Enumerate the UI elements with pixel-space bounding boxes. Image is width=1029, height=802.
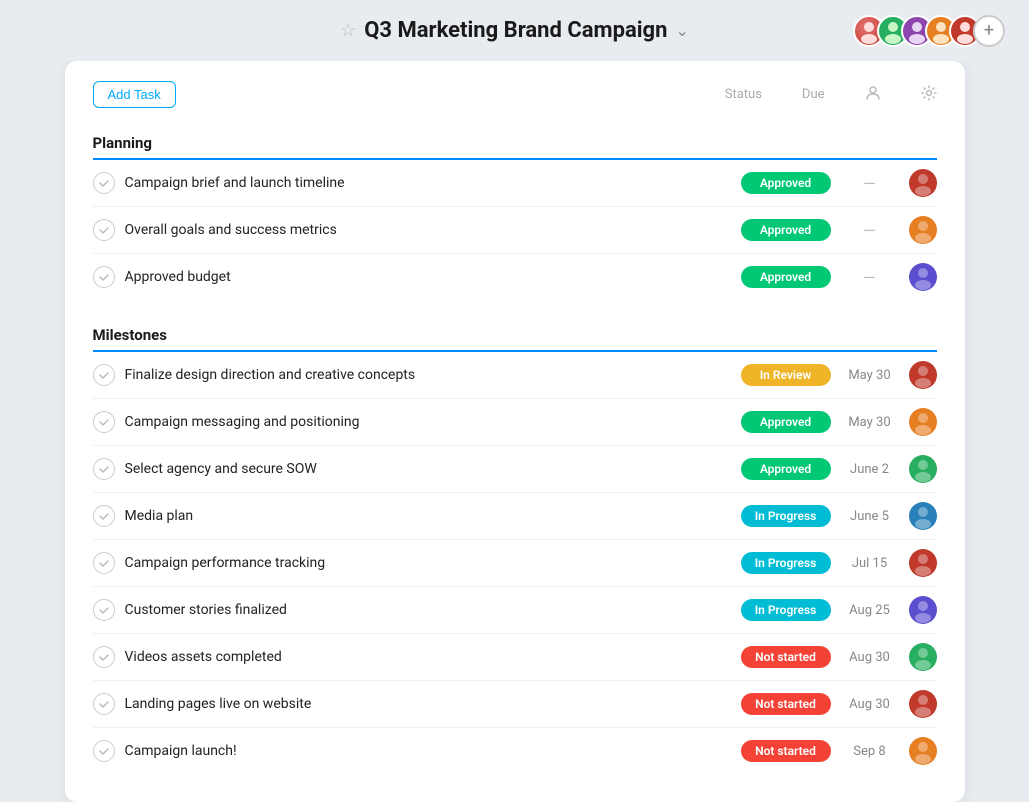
due-date: June 5 bbox=[841, 509, 899, 524]
table-row: Landing pages live on website Not started… bbox=[93, 681, 937, 728]
avatar-group: + bbox=[853, 15, 1005, 47]
due-date: June 2 bbox=[841, 462, 899, 477]
avatar bbox=[909, 502, 937, 530]
avatar bbox=[909, 596, 937, 624]
task-name: Select agency and secure SOW bbox=[125, 461, 731, 477]
due-date: Sep 8 bbox=[841, 744, 899, 759]
task-checkbox[interactable] bbox=[93, 552, 115, 574]
task-name: Approved budget bbox=[125, 269, 731, 285]
task-checkbox[interactable] bbox=[93, 740, 115, 762]
avatar bbox=[909, 361, 937, 389]
task-name: Finalize design direction and creative c… bbox=[125, 367, 731, 383]
section-title: Milestones bbox=[93, 316, 937, 352]
title-area: ☆ Q3 Marketing Brand Campaign ⌄ bbox=[340, 18, 689, 43]
avatar bbox=[909, 455, 937, 483]
status-badge[interactable]: Approved bbox=[741, 411, 831, 433]
task-checkbox[interactable] bbox=[93, 693, 115, 715]
main-card: Add Task Status Due PlanningCampaign bri… bbox=[65, 61, 965, 802]
due-date: Aug 30 bbox=[841, 697, 899, 712]
status-badge[interactable]: In Progress bbox=[741, 599, 831, 621]
due-date: Aug 30 bbox=[841, 650, 899, 665]
task-name: Videos assets completed bbox=[125, 649, 731, 665]
table-row: Approved budget Approved — bbox=[93, 254, 937, 300]
status-badge[interactable]: Approved bbox=[741, 458, 831, 480]
avatar bbox=[909, 408, 937, 436]
table-row: Campaign brief and launch timeline Approv… bbox=[93, 160, 937, 207]
task-checkbox[interactable] bbox=[93, 411, 115, 433]
table-row: Customer stories finalized In Progress Aug… bbox=[93, 587, 937, 634]
page-title: Q3 Marketing Brand Campaign bbox=[364, 18, 667, 43]
due-date: — bbox=[841, 174, 899, 193]
task-name: Customer stories finalized bbox=[125, 602, 731, 618]
status-badge[interactable]: Not started bbox=[741, 740, 831, 762]
task-checkbox[interactable] bbox=[93, 219, 115, 241]
due-date: — bbox=[841, 268, 899, 287]
header: ☆ Q3 Marketing Brand Campaign ⌄ + bbox=[0, 0, 1029, 61]
table-row: Videos assets completed Not started Aug 30 bbox=[93, 634, 937, 681]
status-badge[interactable]: Not started bbox=[741, 646, 831, 668]
task-checkbox[interactable] bbox=[93, 458, 115, 480]
sections-container: PlanningCampaign brief and launch timeli… bbox=[93, 124, 937, 774]
task-name: Landing pages live on website bbox=[125, 696, 731, 712]
table-row: Campaign messaging and positioning Approv… bbox=[93, 399, 937, 446]
due-col-label: Due bbox=[802, 87, 825, 102]
table-row: Select agency and secure SOW Approved June… bbox=[93, 446, 937, 493]
status-col-label: Status bbox=[725, 87, 762, 102]
section: Milestones Finalize design direction and … bbox=[93, 316, 937, 774]
star-icon[interactable]: ☆ bbox=[340, 20, 356, 41]
table-row: Campaign launch! Not started Sep 8 bbox=[93, 728, 937, 774]
section: PlanningCampaign brief and launch timeli… bbox=[93, 124, 937, 300]
avatar bbox=[909, 737, 937, 765]
task-name: Overall goals and success metrics bbox=[125, 222, 731, 238]
toolbar: Add Task Status Due bbox=[93, 81, 937, 108]
due-date: Jul 15 bbox=[841, 556, 899, 571]
avatar bbox=[909, 643, 937, 671]
add-task-button[interactable]: Add Task bbox=[93, 81, 176, 108]
task-name: Campaign performance tracking bbox=[125, 555, 731, 571]
task-name: Media plan bbox=[125, 508, 731, 524]
due-date: — bbox=[841, 221, 899, 240]
status-badge[interactable]: In Review bbox=[741, 364, 831, 386]
gear-icon[interactable] bbox=[921, 85, 937, 105]
table-row: Campaign performance tracking In Progress… bbox=[93, 540, 937, 587]
table-row: Finalize design direction and creative c… bbox=[93, 352, 937, 399]
add-member-button[interactable]: + bbox=[973, 15, 1005, 47]
avatar bbox=[909, 169, 937, 197]
status-badge[interactable]: Approved bbox=[741, 219, 831, 241]
chevron-down-icon[interactable]: ⌄ bbox=[675, 21, 688, 40]
avatar bbox=[909, 549, 937, 577]
table-row: Overall goals and success metrics Approve… bbox=[93, 207, 937, 254]
status-badge[interactable]: Not started bbox=[741, 693, 831, 715]
due-date: Aug 25 bbox=[841, 603, 899, 618]
task-checkbox[interactable] bbox=[93, 266, 115, 288]
task-name: Campaign messaging and positioning bbox=[125, 414, 731, 430]
avatar bbox=[909, 216, 937, 244]
task-checkbox[interactable] bbox=[93, 172, 115, 194]
status-badge[interactable]: Approved bbox=[741, 172, 831, 194]
status-badge[interactable]: Approved bbox=[741, 266, 831, 288]
table-row: Media plan In Progress June 5 bbox=[93, 493, 937, 540]
avatar bbox=[909, 263, 937, 291]
due-date: May 30 bbox=[841, 415, 899, 430]
task-checkbox[interactable] bbox=[93, 364, 115, 386]
status-badge[interactable]: In Progress bbox=[741, 552, 831, 574]
person-icon[interactable] bbox=[865, 85, 881, 105]
task-checkbox[interactable] bbox=[93, 646, 115, 668]
due-date: May 30 bbox=[841, 368, 899, 383]
task-checkbox[interactable] bbox=[93, 599, 115, 621]
avatar bbox=[909, 690, 937, 718]
status-badge[interactable]: In Progress bbox=[741, 505, 831, 527]
task-name: Campaign brief and launch timeline bbox=[125, 175, 731, 191]
toolbar-columns: Status Due bbox=[725, 85, 937, 105]
task-name: Campaign launch! bbox=[125, 743, 731, 759]
task-checkbox[interactable] bbox=[93, 505, 115, 527]
section-title: Planning bbox=[93, 124, 937, 160]
